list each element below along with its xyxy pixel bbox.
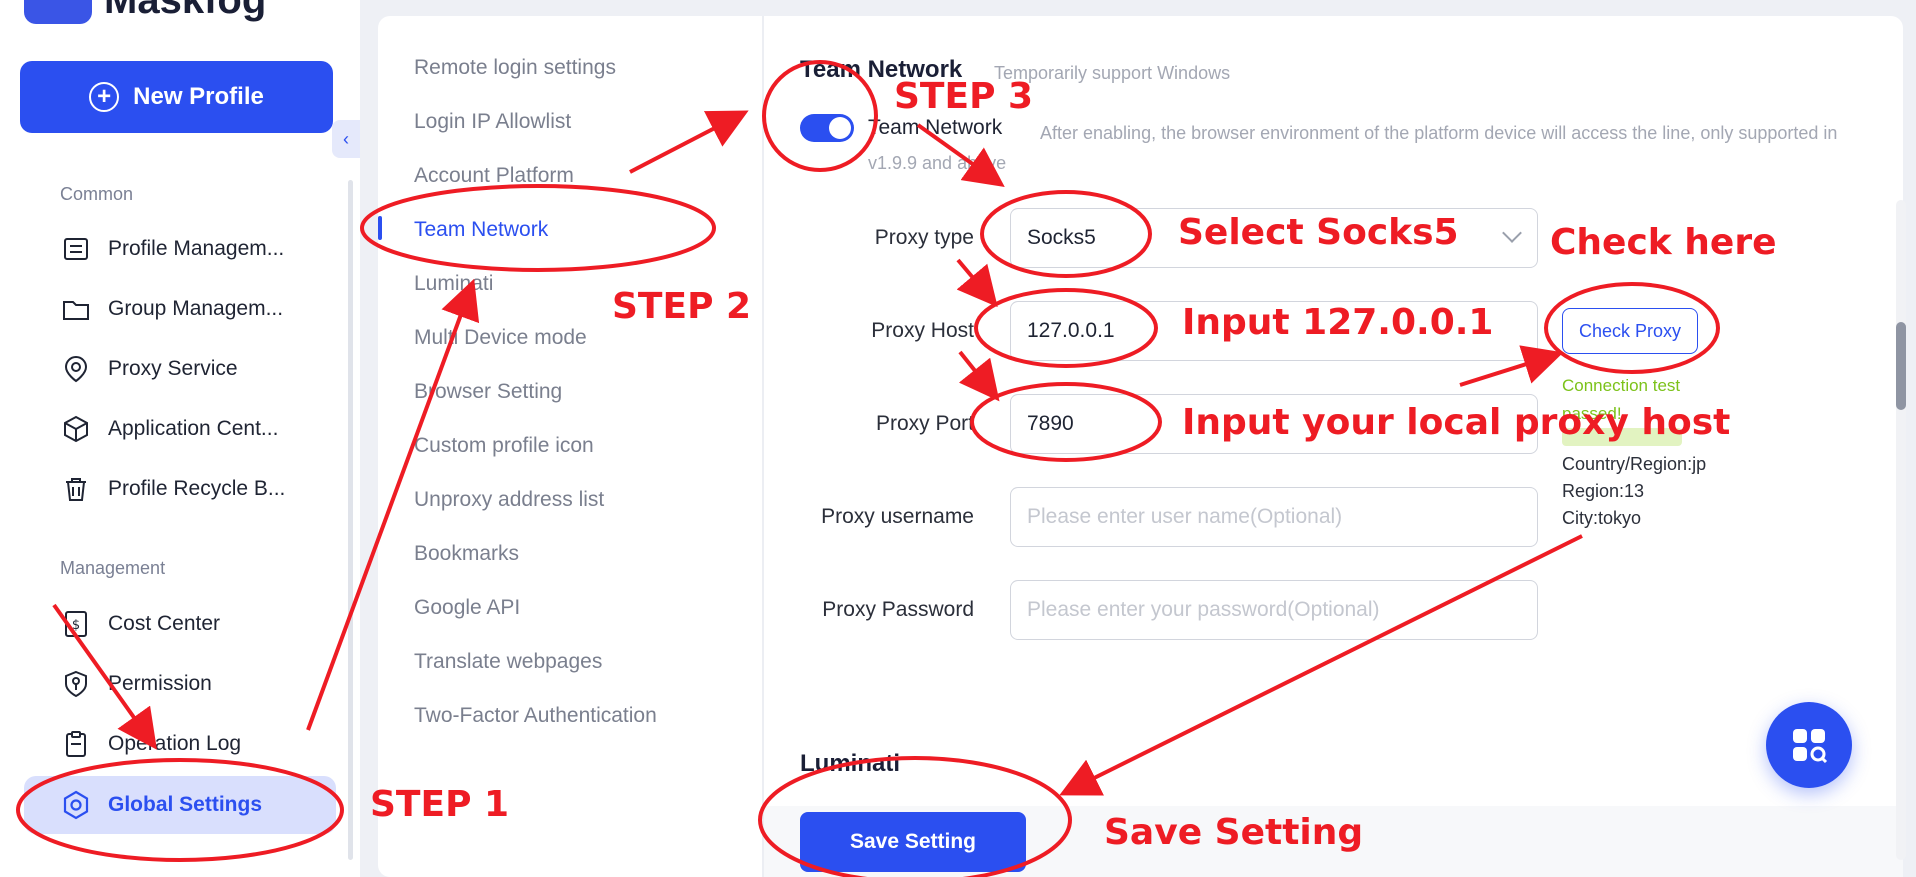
svg-text:$: $ <box>72 618 80 633</box>
folder-icon <box>63 301 89 320</box>
sidebar-item-global-settings[interactable]: Global Settings <box>24 776 336 834</box>
nav-divider <box>762 16 764 877</box>
geo-city: City:tokyo <box>1562 508 1642 528</box>
proxy-type-label: Proxy type <box>874 226 974 249</box>
sidebar: Maskfog + New Profile Common Profile Man… <box>0 0 360 877</box>
nav-account-platform[interactable]: Account Platform <box>414 164 574 188</box>
sidebar-item-label: Operation Log <box>108 732 242 755</box>
app-logo-icon <box>24 0 92 24</box>
sidebar-item-label: Profile Recycle B... <box>108 477 286 500</box>
section-management: Management <box>60 558 166 578</box>
sidebar-item-label: Cost Center <box>108 612 221 635</box>
sidebar-item-label: Permission <box>108 672 212 695</box>
hexagon-settings-icon <box>63 790 89 820</box>
sidebar-item-operation-log[interactable]: Operation Log <box>60 722 340 766</box>
nav-two-factor-authentication[interactable]: Two-Factor Authentication <box>414 704 657 728</box>
sidebar-item-profile-recycle-bin[interactable]: Profile Recycle B... <box>60 467 340 511</box>
nav-login-ip-allowlist[interactable]: Login IP Allowlist <box>414 110 571 134</box>
nav-multi-device-mode[interactable]: Multi Device mode <box>414 326 587 350</box>
collapse-sidebar-button[interactable]: ‹ <box>332 120 360 158</box>
nav-translate-webpages[interactable]: Translate webpages <box>414 650 602 674</box>
chevron-down-icon <box>1502 223 1522 243</box>
sidebar-item-label: Group Managem... <box>108 297 284 320</box>
annotation-check-here: Check here <box>1550 222 1777 263</box>
geo-region: Region:13 <box>1562 481 1645 501</box>
chevron-left-icon: ‹ <box>343 128 349 149</box>
proxy-password-label: Proxy Password <box>822 598 974 621</box>
proxy-username-input[interactable]: Please enter user name(Optional) <box>1010 487 1538 547</box>
annotation-step2: STEP 2 <box>612 286 752 327</box>
nav-luminati[interactable]: Luminati <box>414 272 493 296</box>
nav-team-network[interactable]: Team Network <box>414 218 548 242</box>
sidebar-item-label: Global Settings <box>108 793 263 816</box>
nav-google-api[interactable]: Google API <box>414 596 520 620</box>
annotation-step3: STEP 3 <box>894 76 1034 117</box>
profile-list-icon <box>64 238 88 260</box>
sidebar-item-profile-management[interactable]: Profile Managem... <box>60 227 340 271</box>
new-profile-button[interactable]: + New Profile <box>20 61 333 133</box>
active-nav-indicator <box>378 216 382 240</box>
proxy-host-label: Proxy Host <box>871 319 974 342</box>
sidebar-item-label: Application Cent... <box>108 417 279 440</box>
team-network-toggle[interactable] <box>800 114 854 142</box>
cube-icon <box>64 415 88 443</box>
sidebar-scrollbar[interactable] <box>348 180 353 860</box>
nav-remote-login-settings[interactable]: Remote login settings <box>414 56 616 80</box>
proxy-host-value: 127.0.0.1 <box>1027 319 1115 342</box>
team-network-description: After enabling, the browser environment … <box>868 123 1838 173</box>
location-pin-icon <box>64 355 88 383</box>
nav-unproxy-address-list[interactable]: Unproxy address list <box>414 488 604 512</box>
clipboard-icon <box>66 731 86 757</box>
team-network-toggle-label: Team Network <box>868 116 1003 139</box>
save-setting-button[interactable]: Save Setting <box>800 812 1026 872</box>
new-profile-label: New Profile <box>133 83 264 110</box>
section-common: Common <box>60 184 134 204</box>
scrollbar-thumb[interactable] <box>1896 322 1906 410</box>
sidebar-item-application-center[interactable]: Application Cent... <box>60 407 340 451</box>
toggle-knob <box>829 117 851 139</box>
grid-search-icon <box>1793 729 1828 764</box>
annotation-input-host: Input 127.0.0.1 <box>1182 302 1494 343</box>
proxy-port-label: Proxy Port <box>875 412 974 435</box>
content-scrollbar[interactable] <box>1896 200 1906 860</box>
trash-icon <box>66 478 86 501</box>
sidebar-item-group-management[interactable]: Group Managem... <box>60 287 340 331</box>
sidebar-item-proxy-service[interactable]: Proxy Service <box>60 347 340 391</box>
proxy-username-placeholder: Please enter user name(Optional) <box>1027 505 1343 528</box>
proxy-password-input[interactable]: Please enter your password(Optional) <box>1010 580 1538 640</box>
annotation-input-port: Input your local proxy host <box>1182 402 1731 443</box>
plus-icon: + <box>89 82 120 112</box>
app-logo-text: Maskfog <box>104 0 267 22</box>
proxy-type-value: Socks5 <box>1027 226 1096 249</box>
sidebar-item-cost-center[interactable]: $ Cost Center <box>60 602 340 646</box>
sidebar-item-permission[interactable]: Permission <box>60 662 340 706</box>
nav-bookmarks[interactable]: Bookmarks <box>414 542 519 566</box>
check-proxy-button[interactable]: Check Proxy <box>1562 308 1698 354</box>
proxy-username-label: Proxy username <box>821 505 974 528</box>
luminati-title: Luminati <box>800 750 900 777</box>
annotation-select-socks: Select Socks5 <box>1178 212 1459 253</box>
annotation-step1: STEP 1 <box>370 784 510 825</box>
proxy-password-placeholder: Please enter your password(Optional) <box>1027 598 1380 621</box>
annotation-save-setting: Save Setting <box>1104 812 1364 853</box>
dollar-document-icon: $ <box>65 611 87 637</box>
geo-country: Country/Region:jp <box>1562 454 1707 474</box>
nav-custom-profile-icon[interactable]: Custom profile icon <box>414 434 594 458</box>
nav-browser-setting[interactable]: Browser Setting <box>414 380 562 404</box>
shield-key-icon <box>65 670 87 698</box>
sidebar-item-label: Proxy Service <box>108 357 238 380</box>
apps-fab-button[interactable] <box>1766 702 1852 788</box>
sidebar-item-label: Profile Managem... <box>108 237 285 260</box>
proxy-port-value: 7890 <box>1027 412 1074 435</box>
